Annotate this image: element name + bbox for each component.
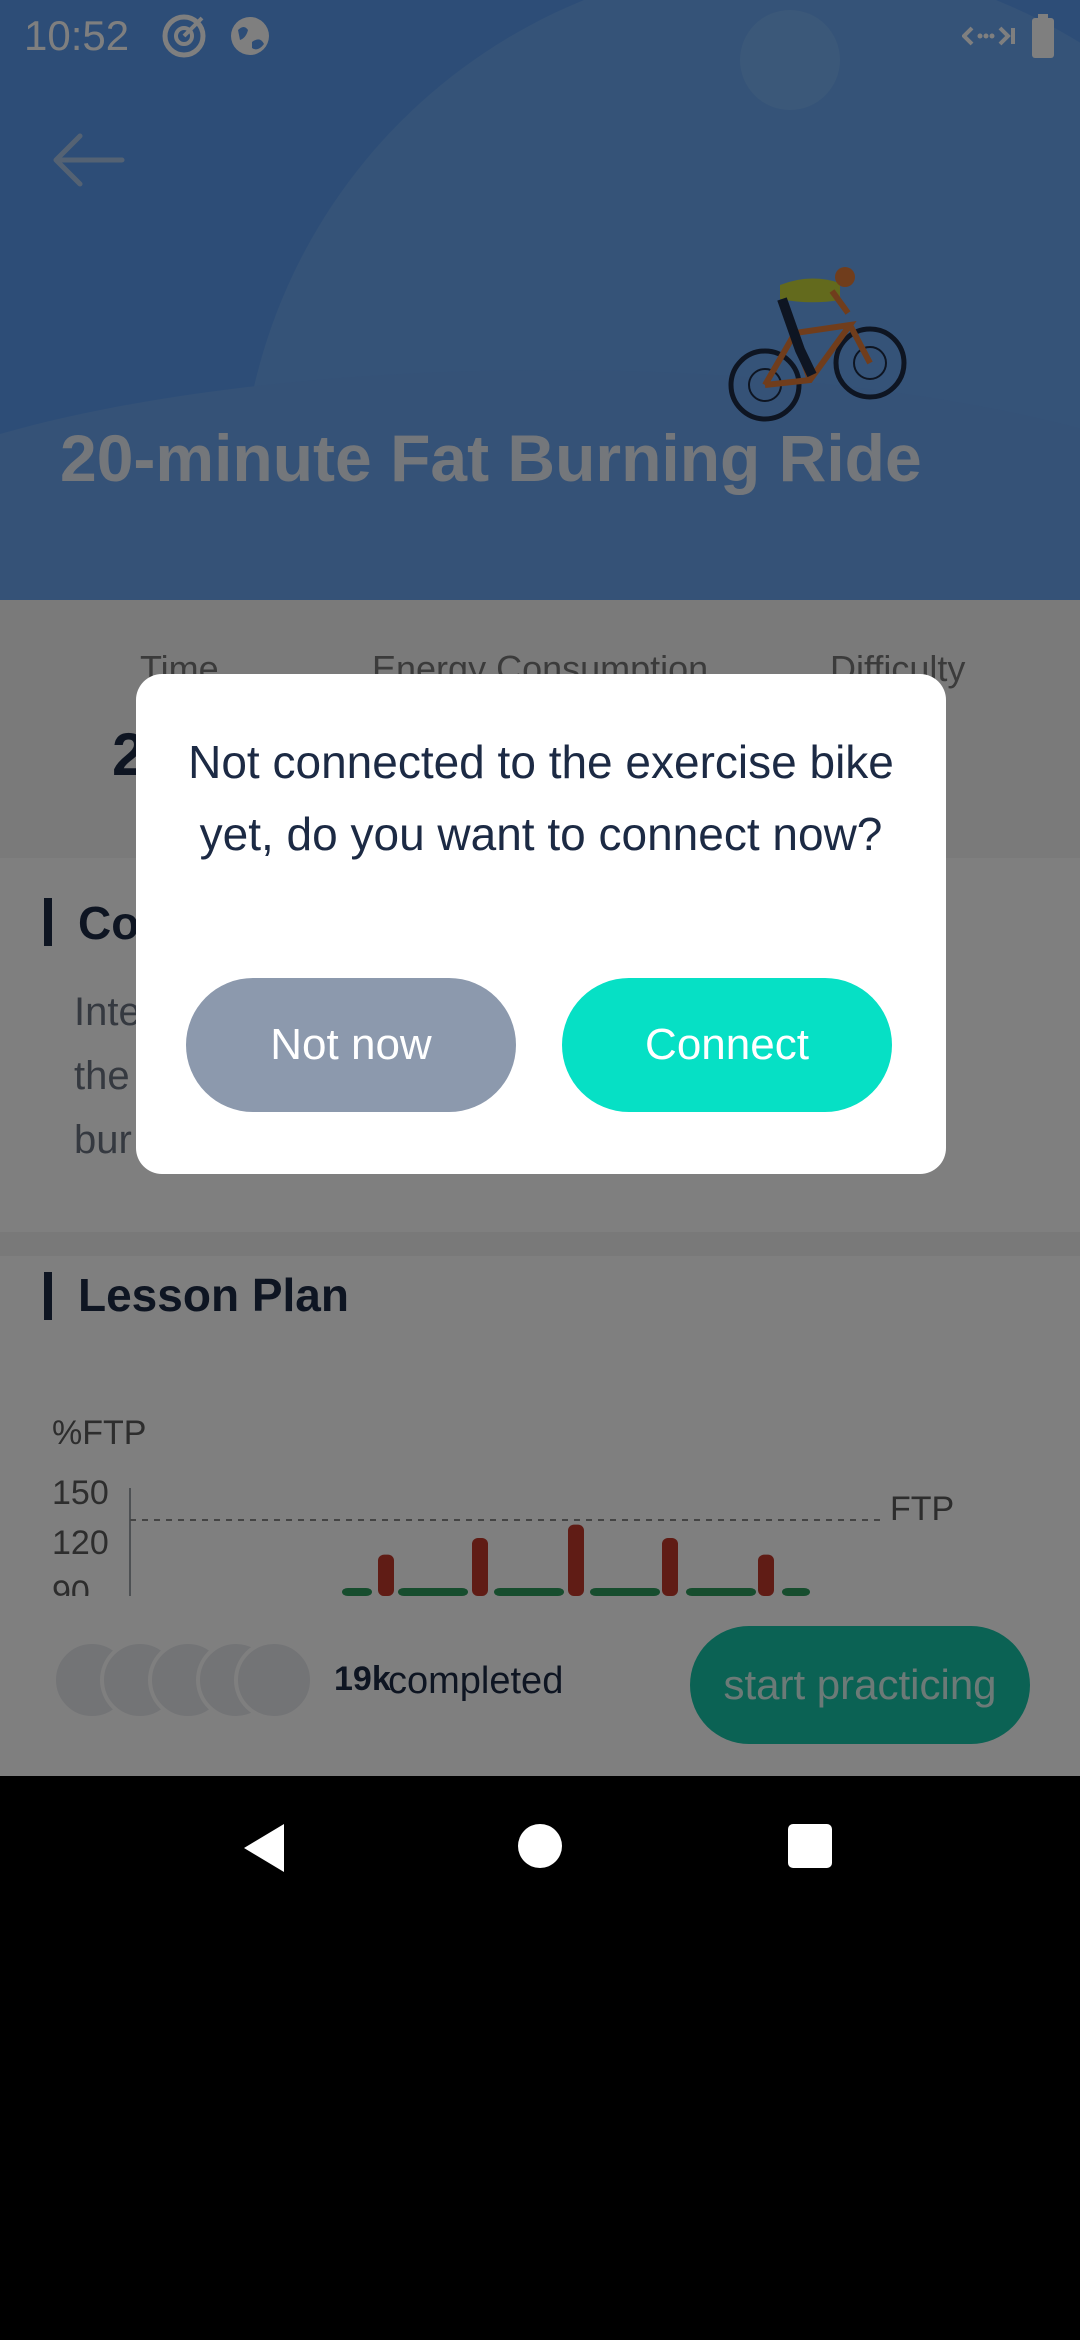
not-now-button[interactable]: Not now <box>186 978 516 1112</box>
connect-dialog: Not connected to the exercise bike yet, … <box>136 674 946 1174</box>
app-screen: 20-minute Fat Burning Ride 10:52 Time 2 … <box>0 0 1080 1776</box>
home-nav-icon[interactable] <box>516 1822 564 1870</box>
navigation-bar <box>0 1776 1080 1920</box>
dialog-message: Not connected to the exercise bike yet, … <box>188 736 894 860</box>
back-nav-icon[interactable] <box>240 1822 288 1874</box>
recents-nav-icon[interactable] <box>786 1822 834 1870</box>
connect-button[interactable]: Connect <box>562 978 892 1112</box>
